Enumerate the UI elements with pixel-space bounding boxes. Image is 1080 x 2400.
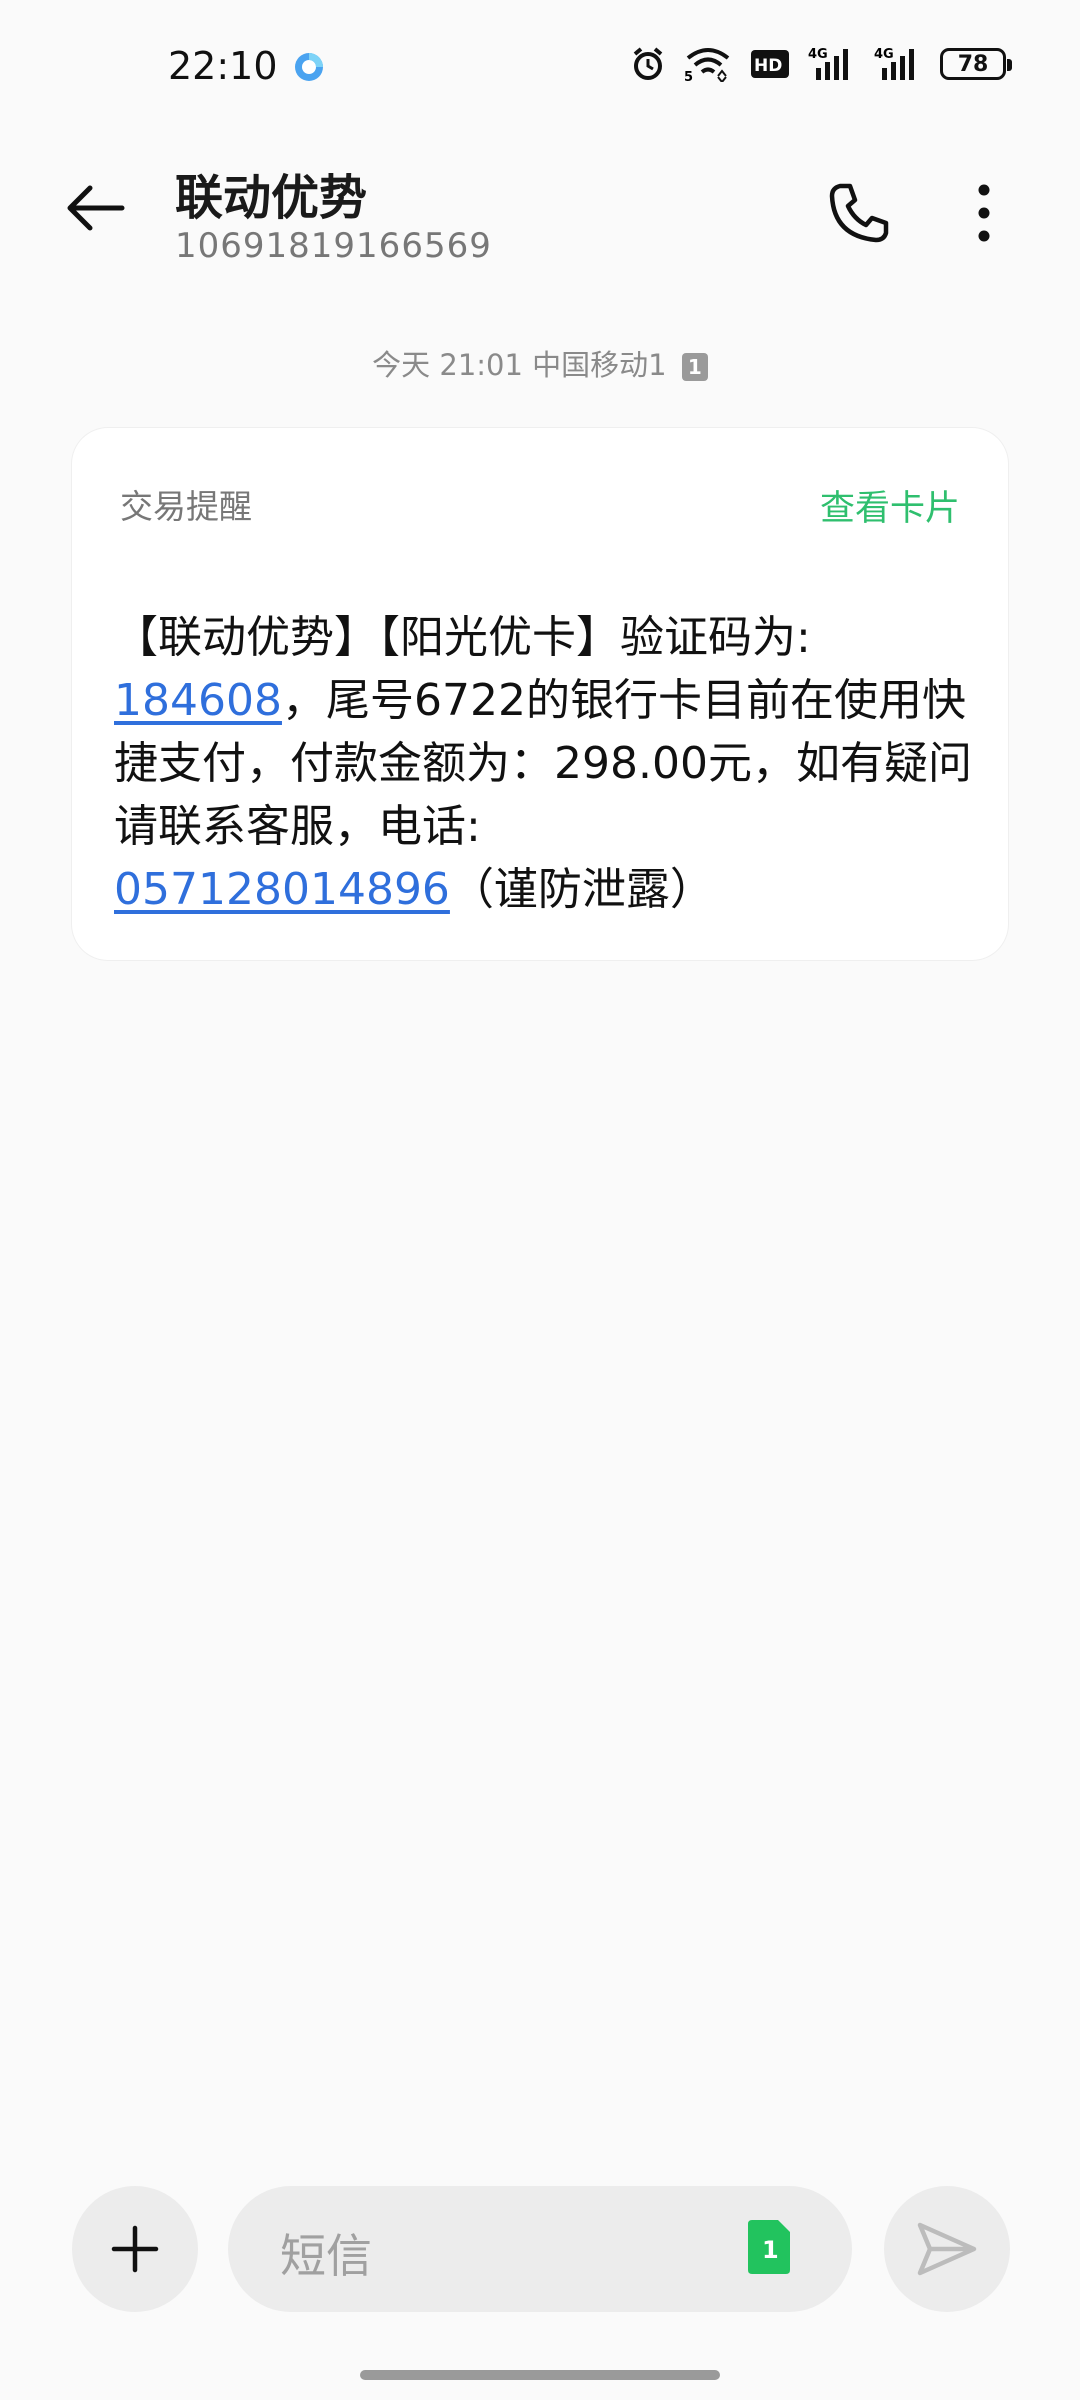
send-icon xyxy=(917,2222,977,2276)
status-time: 22:10 xyxy=(168,44,278,88)
battery-level: 78 xyxy=(957,51,989,77)
status-icons: 5 HD 4G 4G 78 xyxy=(630,46,1012,82)
sim-badge: 1 xyxy=(681,353,708,381)
contact-number: 10691819166569 xyxy=(175,226,492,266)
verification-code-link[interactable]: 184608 xyxy=(114,675,282,726)
message-text: （谨防泄露） xyxy=(449,864,714,915)
more-options-icon[interactable] xyxy=(954,180,1014,246)
wifi-icon: 5 xyxy=(684,48,730,82)
sim-card-number: 1 xyxy=(762,2236,779,2264)
send-button[interactable] xyxy=(884,2186,1010,2312)
app-notification-icon xyxy=(295,53,323,81)
message-card: 交易提醒 查看卡片 【联动优势】【阳光优卡】验证码为: 184608，尾号672… xyxy=(72,428,1008,960)
svg-text:4G: 4G xyxy=(874,47,894,62)
add-attachment-button[interactable] xyxy=(72,2186,198,2312)
svg-text:4G: 4G xyxy=(808,47,828,62)
battery-icon: 78 xyxy=(940,48,1012,80)
svg-text:5: 5 xyxy=(684,70,693,82)
svg-text:HD: HD xyxy=(754,56,782,76)
status-bar: 22:10 5 HD 4G 4G 78 xyxy=(0,0,1080,130)
contact-name: 联动优势 xyxy=(175,170,368,226)
home-indicator[interactable] xyxy=(360,2370,720,2380)
alarm-icon xyxy=(633,47,663,80)
plus-icon xyxy=(111,2225,159,2273)
input-placeholder: 短信 xyxy=(280,2229,372,2283)
phone-call-icon[interactable] xyxy=(826,180,892,246)
sim-card-icon[interactable]: 1 xyxy=(746,2218,792,2276)
message-input[interactable]: 短信 1 xyxy=(228,2186,852,2312)
card-type-label: 交易提醒 xyxy=(120,487,252,526)
hd-icon: HD xyxy=(751,50,789,78)
message-text: 【联动优势】【阳光优卡】验证码为: xyxy=(114,612,811,663)
signal-4g-icon: 4G xyxy=(808,47,848,80)
timestamp-text: 今天 21:01 中国移动1 xyxy=(372,348,667,382)
back-arrow-icon[interactable] xyxy=(60,172,132,244)
view-card-link[interactable]: 查看卡片 xyxy=(820,480,960,531)
message-body: 【联动优势】【阳光优卡】验证码为: 184608，尾号6722的银行卡目前在使用… xyxy=(114,606,974,921)
message-timestamp: 今天 21:01 中国移动1 1 xyxy=(0,342,1080,384)
phone-number-link[interactable]: 057128014896 xyxy=(114,864,450,915)
signal-4g-icon: 4G xyxy=(874,47,914,80)
